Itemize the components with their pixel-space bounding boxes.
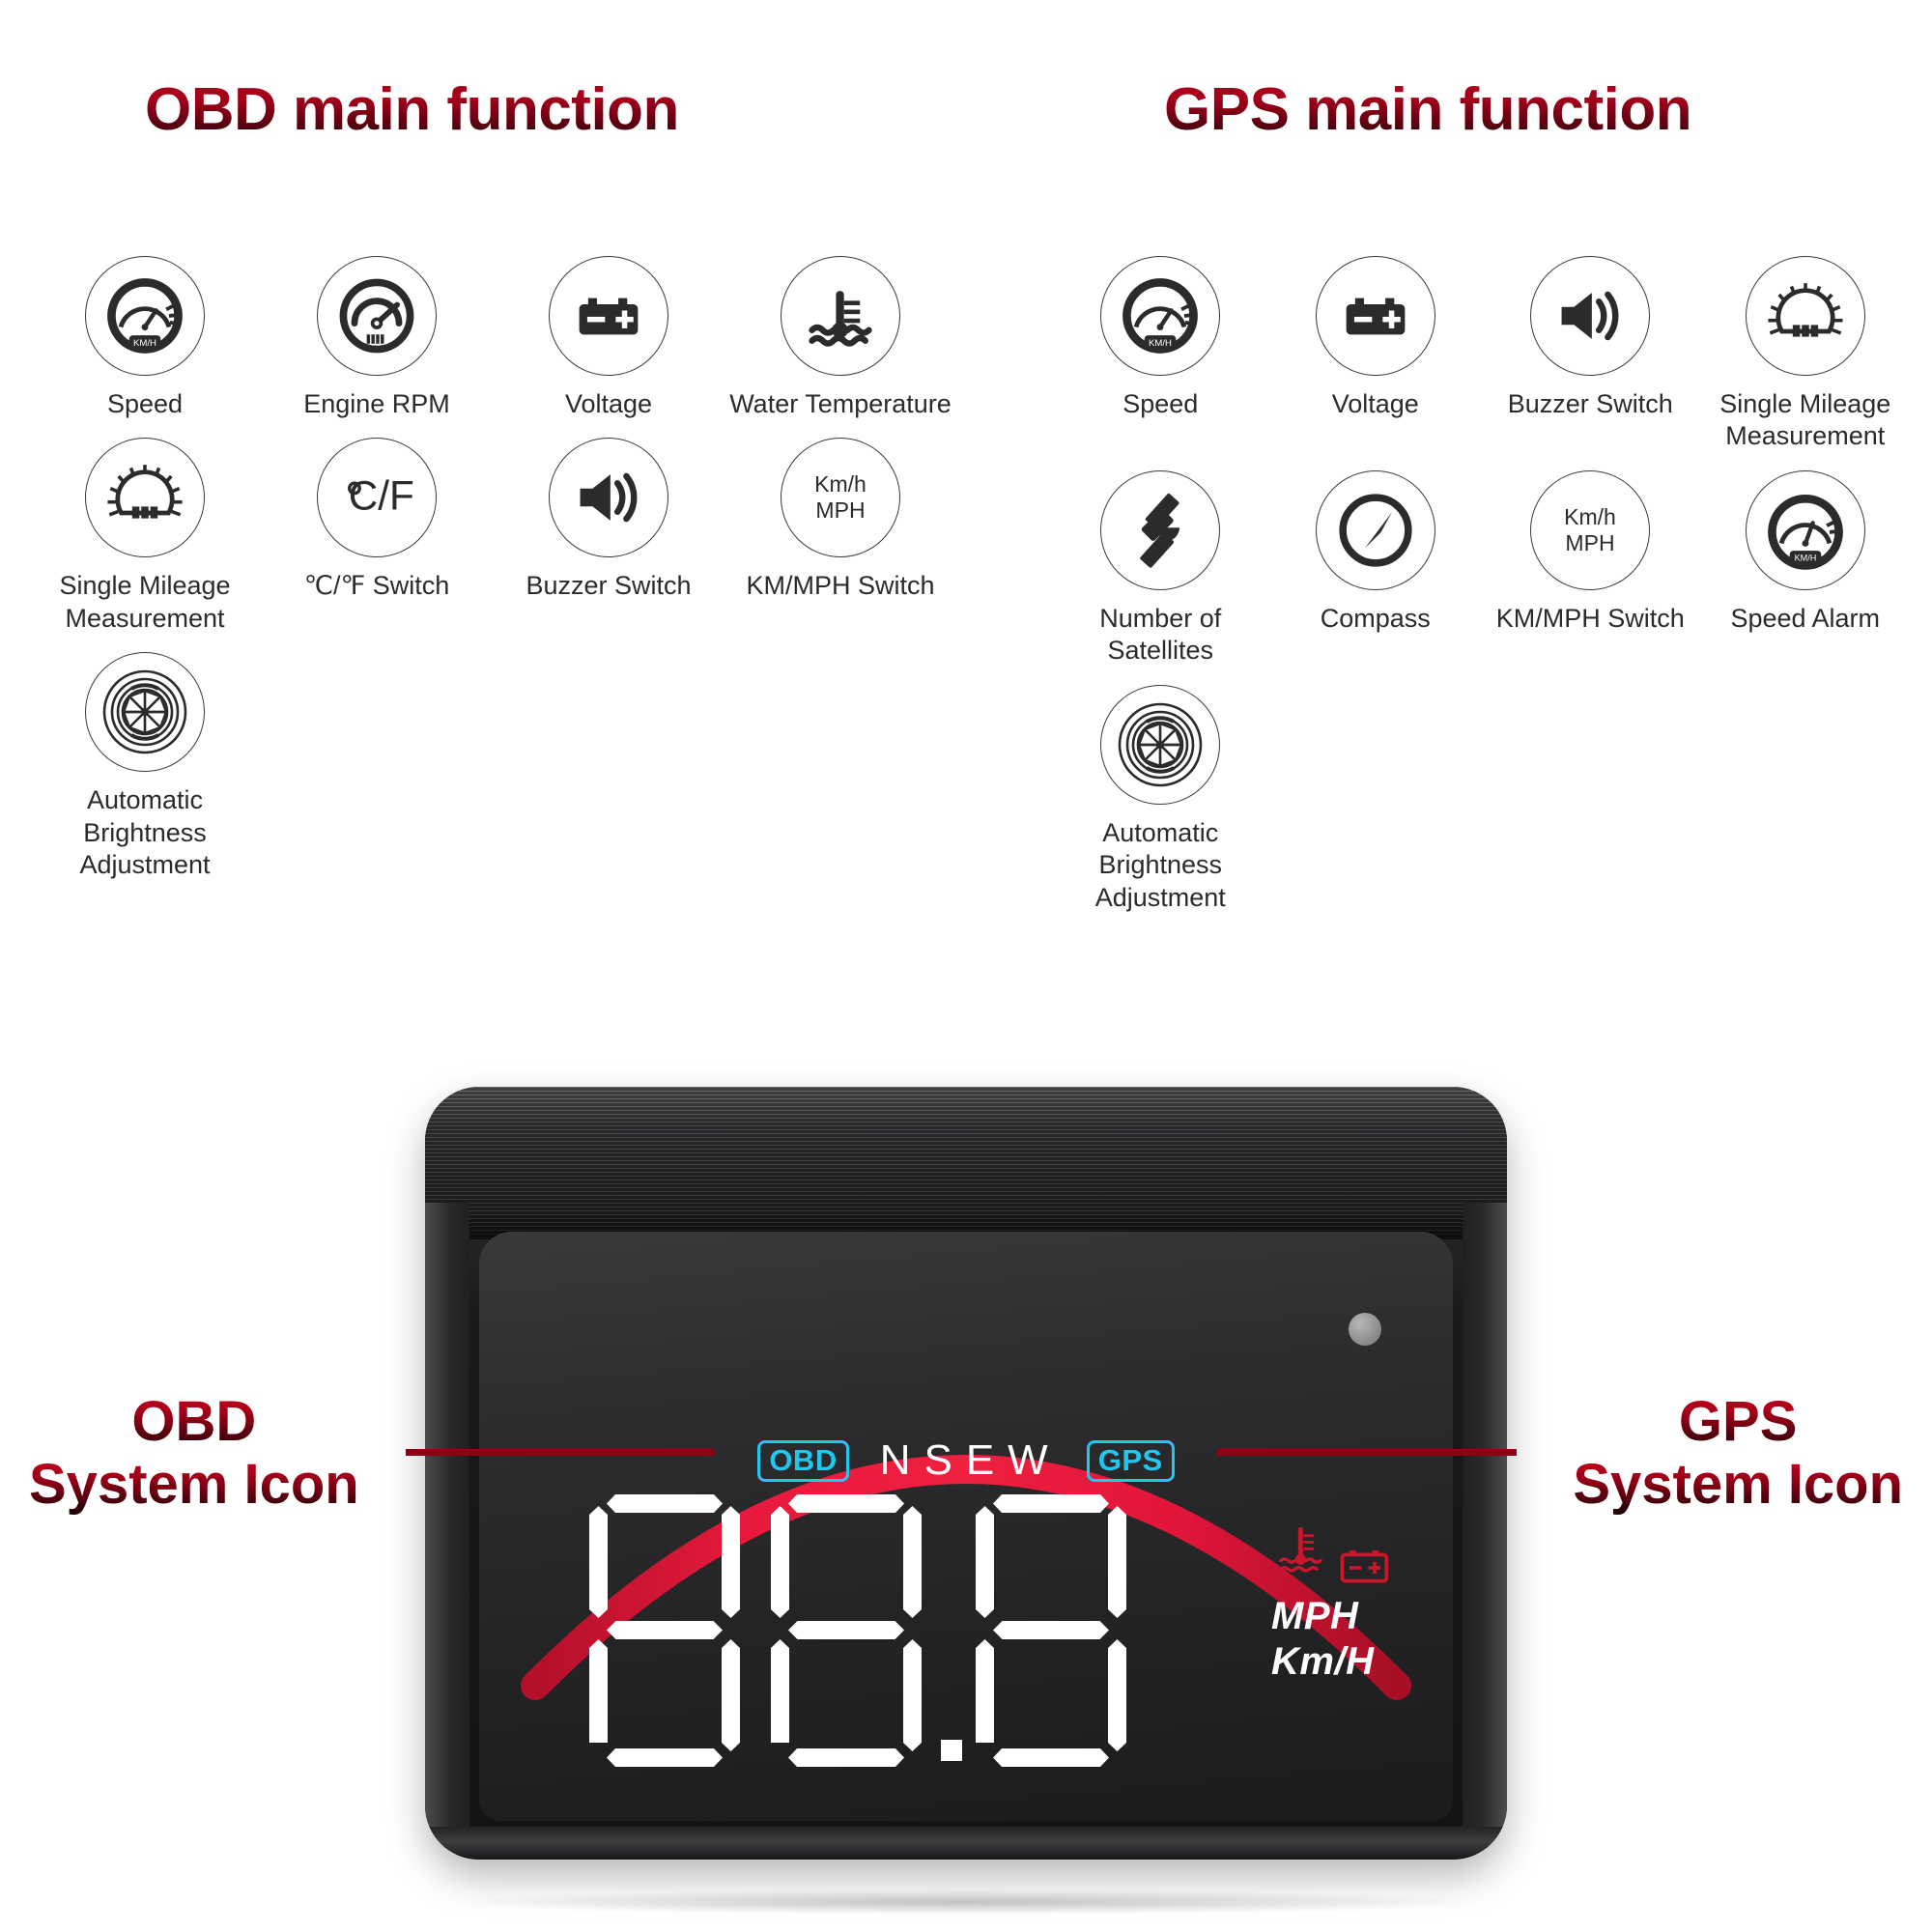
feature-label: Automatic Brightness Adjustment <box>1094 817 1226 912</box>
segment-digit-3 <box>970 1494 1132 1767</box>
obd-system-icon: OBD <box>757 1439 849 1482</box>
feature-gps-km-mph-switch: Km/h MPH KM/MPH Switch <box>1483 469 1698 668</box>
gps-system-icon: GPS <box>1086 1439 1175 1482</box>
device-bottom-bezel <box>425 1827 1507 1860</box>
unit-kmh-label: Km/H <box>1271 1640 1375 1684</box>
gps-callout: GPS System Icon <box>1217 1390 1903 1517</box>
feature-km-mph-switch: Km/h MPH KM/MPH Switch <box>724 438 956 635</box>
obd-callout-line2: System Icon <box>29 1452 359 1516</box>
feature-auto-brightness: Automatic Brightness Adjustment <box>29 652 261 881</box>
feature-gps-auto-brightness: Automatic Brightness Adjustment <box>1053 684 1268 914</box>
feature-label: Voltage <box>1331 389 1419 418</box>
obd-callout: OBD System Icon <box>29 1390 715 1517</box>
feature-label: Engine RPM <box>303 389 450 418</box>
device-right-bezel <box>1463 1203 1507 1860</box>
speedometer-unit-text: KM/H <box>133 338 156 349</box>
feature-cf-switch: C/F ℃/℉ Switch <box>261 438 493 635</box>
compass-letters: NSEW <box>879 1436 1062 1484</box>
gps-feature-panel: KM/H Speed Voltage Buzzer Switch Single … <box>1053 256 1913 931</box>
feature-label: KM/MPH Switch <box>1495 603 1685 633</box>
device-shadow <box>454 1889 1478 1915</box>
feature-voltage: Voltage <box>493 256 724 420</box>
feature-label: KM/MPH Switch <box>746 571 935 601</box>
svg-text:C/F: C/F <box>349 473 414 519</box>
kmh-mph-icon: Km/h MPH <box>781 438 900 558</box>
speedometer-kmh-icon: KM/H <box>85 256 205 376</box>
speed-seven-segment-display <box>583 1494 1151 1767</box>
feature-label: Single Mileage Measurement <box>59 571 231 633</box>
feature-satellites: Number of Satellites <box>1053 469 1268 668</box>
feature-label: Water Temperature <box>729 389 952 418</box>
gps-section-title: GPS main function <box>1164 76 1692 143</box>
feature-label: ℃/℉ Switch <box>303 571 450 601</box>
svg-text:Km/h: Km/h <box>814 472 867 497</box>
feature-label: Number of Satellites <box>1099 603 1222 666</box>
gps-callout-line1: GPS <box>1573 1390 1903 1454</box>
obd-callout-line1: OBD <box>29 1390 359 1454</box>
feature-label: Buzzer Switch <box>1507 389 1673 418</box>
feature-label: Speed Alarm <box>1730 603 1881 633</box>
feature-label: Buzzer Switch <box>526 571 692 601</box>
device-left-bezel <box>425 1203 469 1860</box>
feature-label: Speed <box>106 389 184 418</box>
segment-digit-2 <box>765 1494 927 1767</box>
obd-section-title: OBD main function <box>145 76 679 143</box>
decimal-point <box>941 1740 962 1761</box>
speed-alarm-icon: KM/H <box>1745 469 1865 590</box>
hud-screen: OBD NSEW GPS MPH Km/H <box>479 1232 1453 1821</box>
obd-feature-grid: KM/H Speed Engine RPM Voltage Water Temp… <box>29 256 956 899</box>
aperture-icon <box>1100 684 1221 805</box>
speaker-icon <box>1530 256 1651 376</box>
speedometer-kmh-icon: KM/H <box>1100 256 1221 376</box>
hud-device: OBD NSEW GPS MPH Km/H <box>425 1087 1507 1860</box>
obd-callout-leader-line <box>406 1449 715 1456</box>
obd-feature-panel: KM/H Speed Engine RPM Voltage Water Temp… <box>29 256 956 899</box>
feature-label: Compass <box>1320 603 1431 633</box>
svg-text:Km/h: Km/h <box>1564 504 1616 529</box>
device-ribbed-top <box>425 1087 1507 1239</box>
aperture-icon <box>85 652 205 773</box>
feature-gps-speed: KM/H Speed <box>1053 256 1268 453</box>
feature-label: Automatic Brightness Adjustment <box>79 785 211 880</box>
feature-single-mileage: Single Mileage Measurement <box>29 438 261 635</box>
feature-water-temperature: Water Temperature <box>724 256 956 420</box>
battery-icon <box>549 256 668 376</box>
svg-text:KM/H: KM/H <box>1149 338 1172 349</box>
compass-icon <box>1315 469 1435 590</box>
water-temperature-warning-icon <box>1279 1526 1322 1573</box>
feature-speed-alarm: KM/H Speed Alarm <box>1698 469 1914 668</box>
feature-buzzer-switch: Buzzer Switch <box>493 438 724 635</box>
svg-text:MPH: MPH <box>1566 530 1615 555</box>
kmh-mph-icon: Km/h MPH <box>1530 469 1651 590</box>
gps-feature-grid: KM/H Speed Voltage Buzzer Switch Single … <box>1053 256 1913 931</box>
unit-mph-label: MPH <box>1271 1595 1359 1637</box>
segment-digit-1 <box>583 1494 746 1767</box>
display-right-indicators: MPH Km/H <box>1271 1521 1397 1685</box>
satellite-icon <box>1100 469 1221 590</box>
gps-callout-line2: System Icon <box>1573 1452 1903 1516</box>
feature-label: Single Mileage Measurement <box>1719 389 1891 451</box>
system-status-row: OBD NSEW GPS <box>479 1436 1453 1485</box>
speaker-icon <box>549 438 668 558</box>
tachometer-icon <box>317 256 437 376</box>
feature-speed: KM/H Speed <box>29 256 261 420</box>
feature-label: Speed <box>1122 389 1199 418</box>
feature-gps-buzzer: Buzzer Switch <box>1483 256 1698 453</box>
celsius-fahrenheit-icon: C/F <box>317 438 437 558</box>
odometer-icon <box>1745 256 1865 376</box>
battery-warning-icon <box>1341 1550 1389 1583</box>
svg-text:MPH: MPH <box>815 498 865 524</box>
feature-gps-voltage: Voltage <box>1268 256 1484 453</box>
feature-compass: Compass <box>1268 469 1484 668</box>
svg-text:KM/H: KM/H <box>1794 554 1816 563</box>
feature-engine-rpm: Engine RPM <box>261 256 493 420</box>
battery-icon <box>1315 256 1435 376</box>
water-temperature-icon <box>781 256 900 376</box>
feature-gps-single-mileage: Single Mileage Measurement <box>1698 256 1914 453</box>
odometer-icon <box>85 438 205 558</box>
gps-callout-leader-line <box>1217 1449 1517 1456</box>
feature-label: Voltage <box>564 389 653 418</box>
